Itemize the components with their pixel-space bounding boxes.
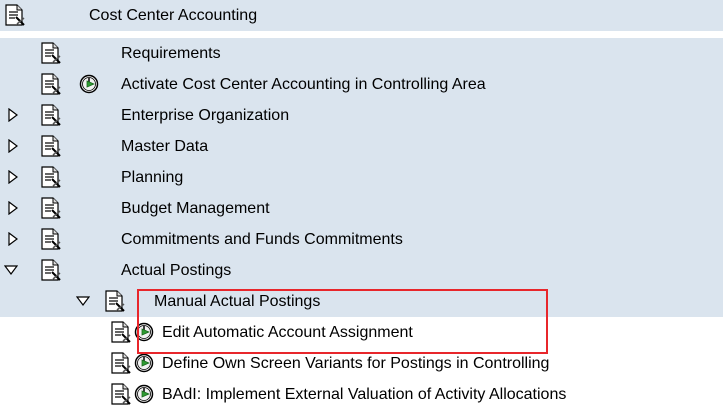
tree-node-label: Edit Automatic Account Assignment [162, 324, 413, 341]
tree-node-actual-postings[interactable]: Actual Postings [0, 255, 723, 286]
expand-triangle-icon[interactable] [6, 170, 20, 184]
collapse-triangle-icon[interactable] [76, 294, 90, 308]
tree-node-label: Activate Cost Center Accounting in Contr… [121, 76, 486, 93]
expand-triangle-icon[interactable] [6, 232, 20, 246]
tree-node-label: Define Own Screen Variants for Postings … [162, 355, 550, 372]
tree-node-cost-center-accounting[interactable]: Cost Center Accounting [0, 0, 723, 31]
tree-node-label: Actual Postings [121, 262, 232, 279]
document-icon[interactable] [110, 383, 132, 405]
tree-node-planning[interactable]: Planning [0, 162, 723, 193]
tree-node-label: Enterprise Organization [121, 107, 290, 124]
document-icon[interactable] [40, 104, 62, 126]
tree-node-edit-automatic-account-assignment[interactable]: Edit Automatic Account Assignment [0, 317, 723, 348]
tree-node-label: Planning [121, 169, 184, 186]
tree-node-label: Master Data [121, 138, 209, 155]
tree-node-enterprise-organization[interactable]: Enterprise Organization [0, 100, 723, 131]
document-icon[interactable] [40, 228, 62, 250]
tree-node-requirements[interactable]: Requirements [0, 38, 723, 69]
tree-node-label: Commitments and Funds Commitments [121, 231, 403, 248]
document-icon[interactable] [40, 135, 62, 157]
clock-execute-icon[interactable] [134, 353, 154, 373]
document-icon[interactable] [40, 166, 62, 188]
document-icon[interactable] [40, 42, 62, 64]
clock-execute-icon[interactable] [134, 384, 154, 404]
tree-node-define-screen-variants[interactable]: Define Own Screen Variants for Postings … [0, 348, 723, 379]
tree-node-label: BAdI: Implement External Valuation of Ac… [162, 386, 567, 403]
document-icon[interactable] [110, 321, 132, 343]
tree-node-label: Requirements [121, 45, 221, 62]
expand-triangle-icon[interactable] [6, 201, 20, 215]
document-icon[interactable] [40, 73, 62, 95]
collapse-triangle-icon[interactable] [4, 263, 18, 277]
tree-node-badi-external-valuation[interactable]: BAdI: Implement External Valuation of Ac… [0, 379, 723, 410]
document-icon[interactable] [40, 259, 62, 281]
expand-triangle-icon[interactable] [6, 108, 20, 122]
tree-node-master-data[interactable]: Master Data [0, 131, 723, 162]
tree-node-activate[interactable]: Activate Cost Center Accounting in Contr… [0, 69, 723, 100]
document-icon[interactable] [4, 4, 26, 26]
document-icon[interactable] [104, 290, 126, 312]
tree-node-label: Manual Actual Postings [154, 293, 321, 310]
expand-triangle-icon[interactable] [6, 139, 20, 153]
tree-node-budget-management[interactable]: Budget Management [0, 193, 723, 224]
document-icon[interactable] [40, 197, 62, 219]
tree-node-label: Cost Center Accounting [89, 7, 258, 24]
tree-node-commitments[interactable]: Commitments and Funds Commitments [0, 224, 723, 255]
tree-node-manual-actual-postings[interactable]: Manual Actual Postings [0, 286, 723, 317]
clock-execute-icon[interactable] [134, 322, 154, 342]
clock-execute-icon[interactable] [79, 74, 99, 94]
tree-node-label: Budget Management [121, 200, 270, 217]
document-icon[interactable] [110, 352, 132, 374]
